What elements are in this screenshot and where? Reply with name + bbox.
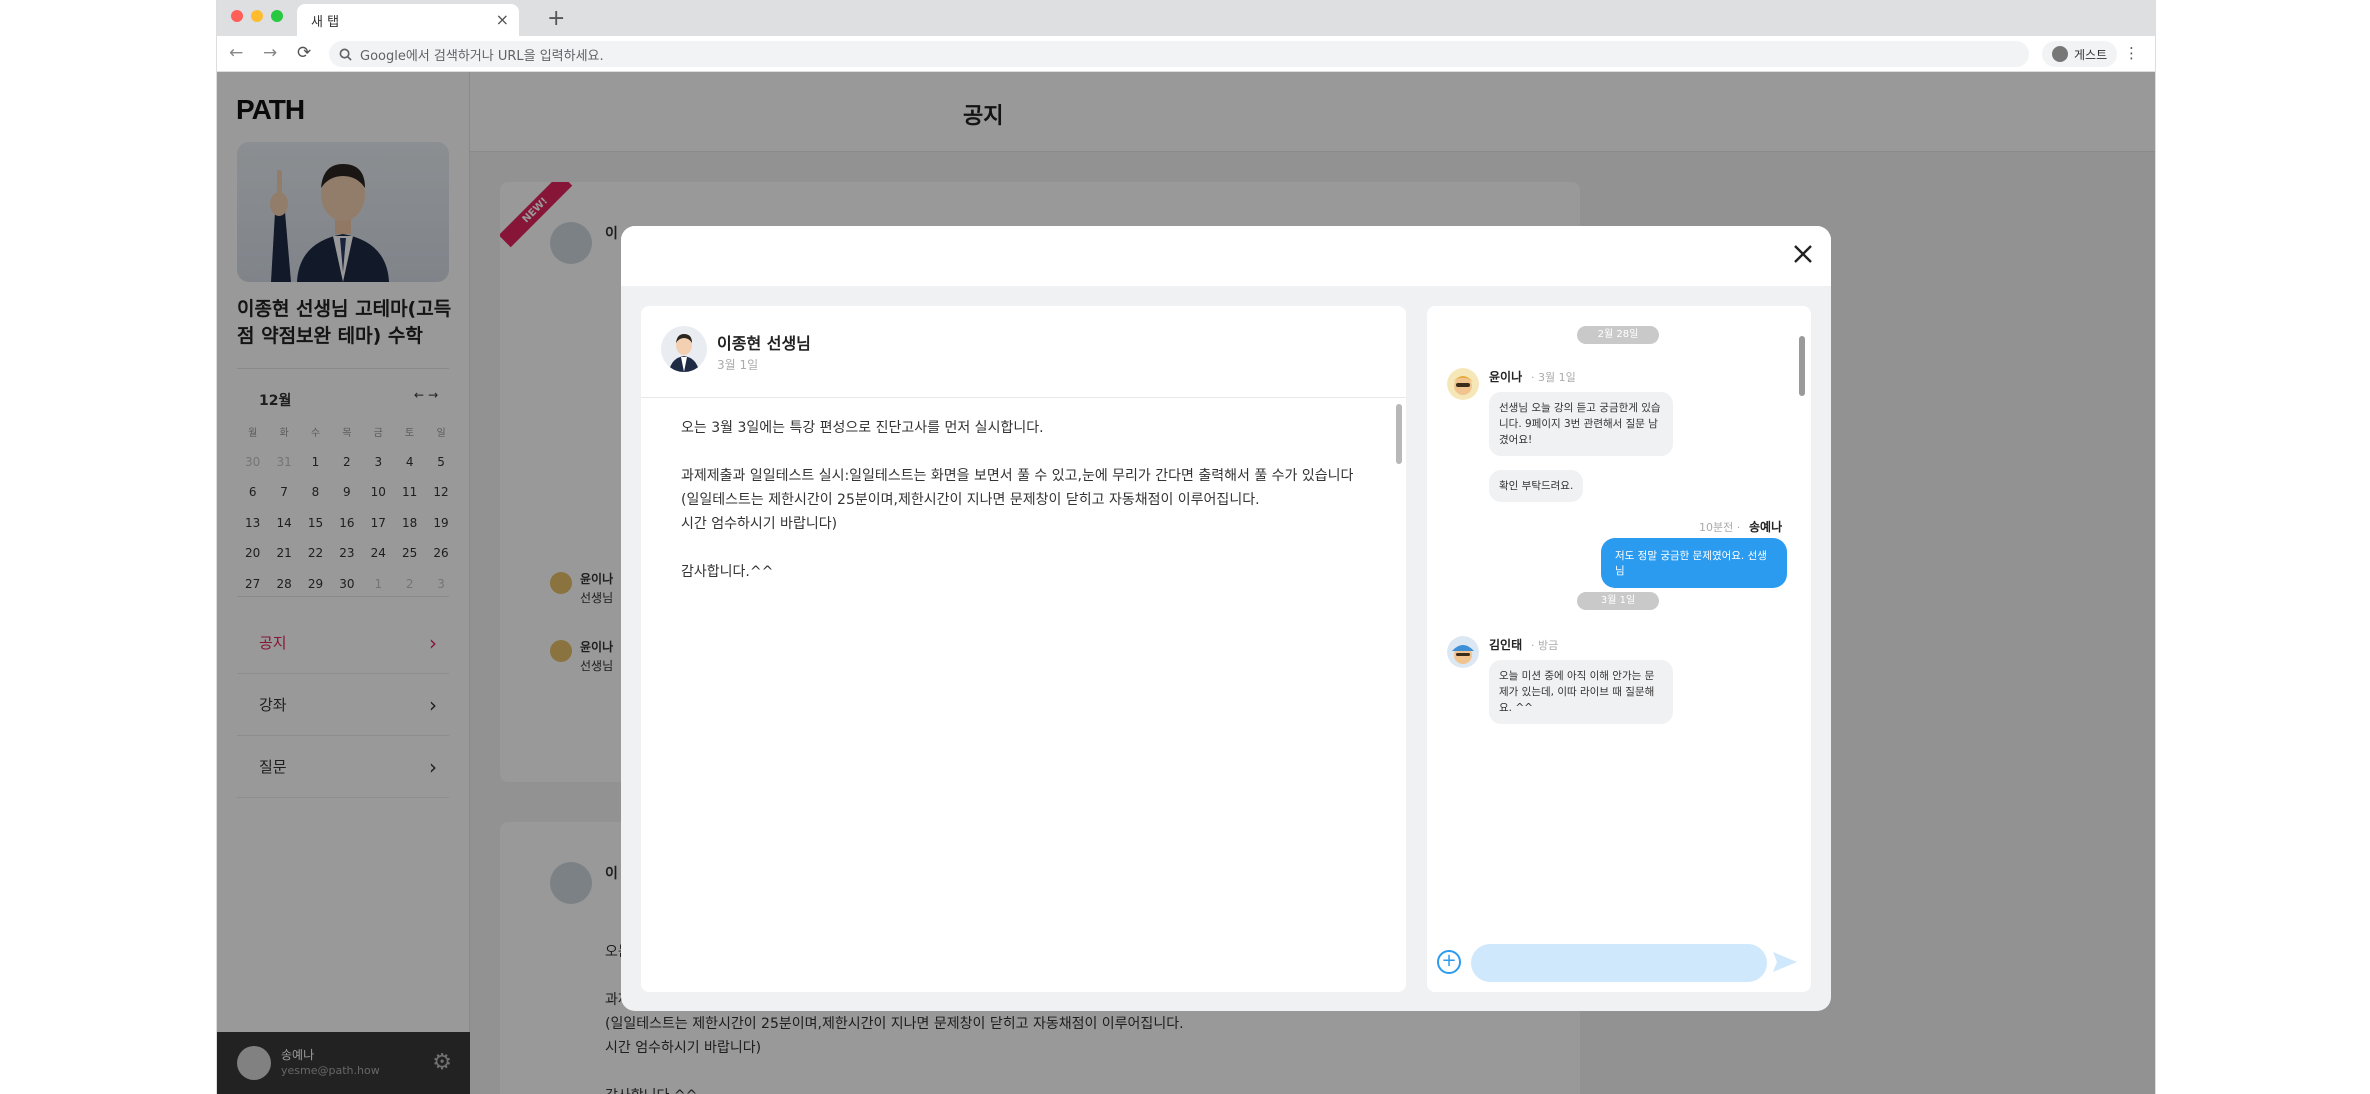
author-avatar	[661, 326, 707, 372]
scrollbar[interactable]	[1799, 336, 1805, 396]
search-icon	[339, 48, 352, 61]
omnibox-placeholder: Google에서 검색하거나 URL을 입력하세요.	[360, 48, 604, 64]
minimize-window-dot[interactable]	[251, 10, 263, 22]
author-name: 이종현 선생님	[717, 334, 811, 353]
notice-date: 3월 1일	[717, 358, 759, 372]
date-divider: 3월 1일	[1577, 592, 1659, 610]
maximize-window-dot[interactable]	[271, 10, 283, 22]
scrollbar[interactable]	[1396, 404, 1402, 464]
close-icon[interactable]	[1789, 240, 1817, 268]
chat-input-row: +	[1427, 936, 1811, 992]
message-time: 10분전 ·	[1699, 521, 1741, 534]
message-author: 윤이나	[1489, 370, 1523, 384]
notice-body: 오는 3월 3일에는 특강 편성으로 진단고사를 먼저 실시합니다. 과제제출과…	[681, 420, 1354, 580]
message-bubble-outgoing: 저도 정말 궁금한 문제였어요. 선생님	[1601, 538, 1787, 588]
address-bar: ← → ⟳ Google에서 검색하거나 URL을 입력하세요. 게스트 ⋮	[217, 36, 2155, 72]
user-avatar-icon	[1447, 368, 1479, 400]
message-bubble: 선생님 오늘 강의 듣고 궁금한게 있습니다. 9페이지 3번 관련해서 질문 …	[1489, 392, 1673, 456]
guest-avatar-icon	[2052, 46, 2068, 62]
message-author: 송예나	[1749, 520, 1783, 534]
message-author: 김인태	[1489, 638, 1523, 652]
reload-icon[interactable]: ⟳	[297, 43, 311, 63]
user-avatar-icon	[1447, 636, 1479, 668]
chat-input[interactable]	[1471, 944, 1767, 982]
back-arrow-icon[interactable]: ←	[229, 43, 243, 63]
browser-tab[interactable]: 새 탭 ×	[297, 4, 519, 36]
modal-header	[621, 226, 1831, 286]
add-attachment-icon[interactable]: +	[1437, 950, 1461, 974]
new-tab-button[interactable]: +	[547, 6, 565, 31]
window-controls	[231, 10, 283, 22]
notice-modal: 이종현 선생님 3월 1일 오는 3월 3일에는 특강 편성으로 진단고사를 먼…	[621, 226, 1831, 1011]
menu-kebab-icon[interactable]: ⋮	[2124, 44, 2139, 62]
modal-overlay[interactable]: 이종현 선생님 3월 1일 오는 3월 3일에는 특강 편성으로 진단고사를 먼…	[217, 72, 2155, 1094]
notice-panel: 이종현 선생님 3월 1일 오는 3월 3일에는 특강 편성으로 진단고사를 먼…	[641, 306, 1406, 992]
profile-label: 게스트	[2074, 47, 2108, 62]
tab-close-icon[interactable]: ×	[496, 10, 509, 29]
message-bubble: 확인 부탁드려요.	[1489, 470, 1584, 502]
omnibox[interactable]: Google에서 검색하거나 URL을 입력하세요.	[329, 41, 2029, 67]
message-bubble: 오늘 미션 중에 아직 이해 안가는 문제가 있는데, 이따 라이브 때 질문해…	[1489, 660, 1673, 724]
forward-arrow-icon[interactable]: →	[263, 43, 277, 63]
profile-button[interactable]: 게스트	[2042, 41, 2118, 67]
browser-window: 새 탭 × + ← → ⟳ Google에서 검색하거나 URL을 입력하세요.…	[216, 0, 2156, 1094]
notice-header: 이종현 선생님 3월 1일	[641, 306, 1406, 398]
close-window-dot[interactable]	[231, 10, 243, 22]
tab-title: 새 탭	[311, 14, 340, 30]
date-divider: 2월 28일	[1577, 326, 1659, 344]
send-icon[interactable]	[1771, 950, 1799, 974]
chat-panel: 2월 28일 윤이나 · 3월 1일 선생님 오늘 강의 듣고 궁금한게 있습니…	[1427, 306, 1811, 992]
tab-bar: 새 탭 × +	[217, 0, 2155, 36]
message-time: · 3월 1일	[1531, 371, 1576, 384]
message-time: · 방금	[1531, 639, 1559, 652]
